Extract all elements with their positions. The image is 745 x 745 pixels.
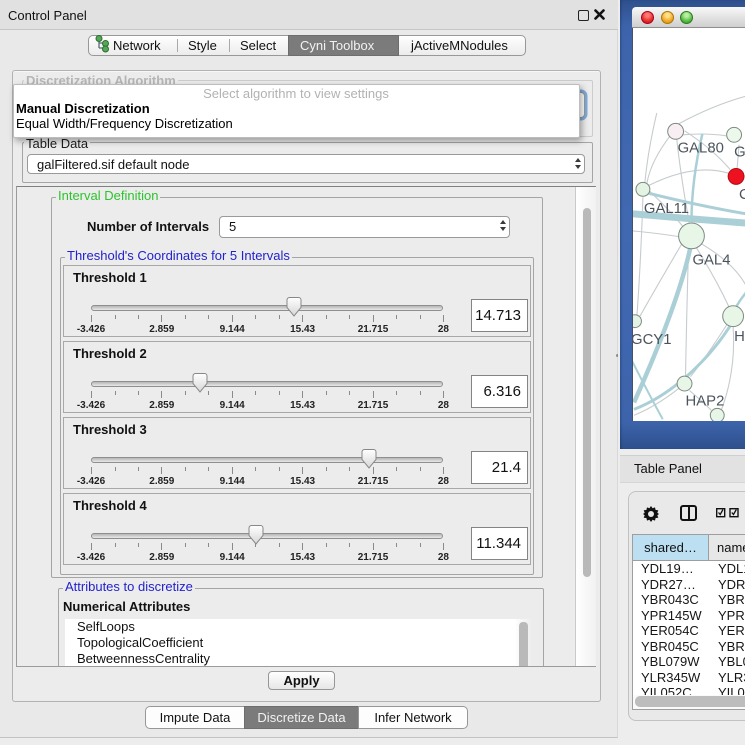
svg-text:GAL80: GAL80 (678, 141, 724, 157)
svg-text:GAL11: GAL11 (644, 201, 689, 217)
svg-text:HIS: HIS (734, 329, 745, 345)
svg-text:HAP2: HAP2 (686, 393, 725, 409)
svg-text:GAL1: GAL1 (734, 145, 745, 161)
svg-text:GCY1: GCY1 (632, 332, 671, 348)
svg-text:GAL4: GAL4 (692, 253, 730, 269)
svg-text:CDC: CDC (739, 187, 745, 203)
